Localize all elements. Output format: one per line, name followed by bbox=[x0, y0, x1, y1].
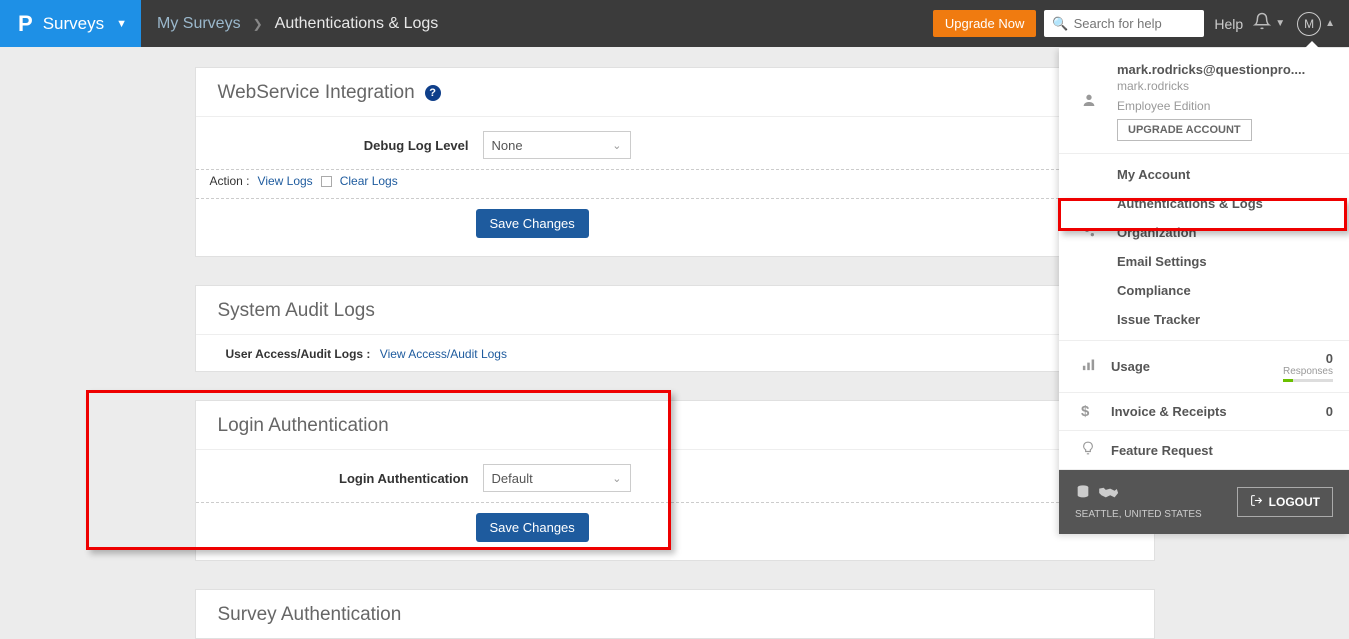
map-icon bbox=[1097, 485, 1119, 505]
brand-menu[interactable]: P Surveys ▼ bbox=[0, 0, 141, 47]
view-logs-link[interactable]: View Logs bbox=[258, 174, 313, 188]
menu-my-account[interactable]: My Account bbox=[1059, 160, 1349, 189]
chevron-down-icon: ⌄ bbox=[612, 472, 621, 485]
database-icon bbox=[1075, 484, 1091, 505]
chevron-right-icon: ❯ bbox=[253, 17, 263, 31]
gears-icon bbox=[1081, 224, 1097, 244]
menu-feature-request[interactable]: Feature Request bbox=[1059, 431, 1349, 470]
help-link[interactable]: Help bbox=[1214, 16, 1243, 32]
save-webservice-button[interactable]: Save Changes bbox=[476, 209, 589, 238]
panel-title-survey-auth: Survey Authentication bbox=[196, 590, 1154, 638]
lightbulb-icon bbox=[1081, 441, 1111, 459]
menu-compliance[interactable]: Compliance bbox=[1059, 276, 1349, 305]
menu-email-settings[interactable]: Email Settings bbox=[1059, 247, 1349, 276]
search-input-wrapper[interactable]: 🔍 bbox=[1044, 10, 1204, 37]
dropdown-email: mark.rodricks@questionpro.... bbox=[1117, 62, 1333, 77]
breadcrumb-my-surveys[interactable]: My Surveys bbox=[157, 15, 241, 33]
menu-organization[interactable]: Organization bbox=[1059, 218, 1349, 247]
dropdown-footer: SEATTLE, UNITED STATES LOGOUT bbox=[1059, 470, 1349, 534]
debug-log-level-select[interactable]: None ⌄ bbox=[483, 131, 631, 159]
user-icon bbox=[1081, 92, 1097, 113]
brand-label: Surveys bbox=[43, 14, 104, 34]
menu-usage[interactable]: Usage 0 Responses bbox=[1059, 341, 1349, 393]
menu-issue-tracker[interactable]: Issue Tracker bbox=[1059, 305, 1349, 334]
panel-audit: System Audit Logs User Access/Audit Logs… bbox=[195, 285, 1155, 372]
logout-button[interactable]: LOGOUT bbox=[1237, 487, 1333, 517]
login-auth-select[interactable]: Default ⌄ bbox=[483, 464, 631, 492]
panel-title-audit: System Audit Logs bbox=[196, 286, 1154, 334]
help-icon[interactable]: ? bbox=[425, 85, 441, 101]
top-nav: P Surveys ▼ My Surveys ❯ Authentications… bbox=[0, 0, 1349, 47]
clear-logs-checkbox[interactable] bbox=[321, 176, 332, 187]
search-icon: 🔍 bbox=[1052, 16, 1068, 32]
dropdown-settings-section: My Account Authentications & Logs Organi… bbox=[1059, 154, 1349, 341]
audit-row: User Access/Audit Logs : View Access/Aud… bbox=[196, 334, 1154, 371]
breadcrumb: My Surveys ❯ Authentications & Logs bbox=[141, 0, 454, 47]
save-login-auth-button[interactable]: Save Changes bbox=[476, 513, 589, 542]
panel-title-webservice: WebService Integration ? bbox=[196, 68, 1154, 116]
action-row: Action : View Logs Clear Logs bbox=[196, 169, 1154, 199]
bell-icon[interactable] bbox=[1253, 12, 1271, 35]
breadcrumb-current: Authentications & Logs bbox=[275, 15, 439, 33]
search-input[interactable] bbox=[1074, 16, 1197, 31]
location-text: SEATTLE, UNITED STATES bbox=[1075, 509, 1202, 520]
view-audit-logs-link[interactable]: View Access/Audit Logs bbox=[380, 347, 507, 361]
panel-login-auth: Login Authentication Login Authenticatio… bbox=[195, 400, 1155, 561]
logout-icon bbox=[1250, 494, 1263, 510]
menu-auth-logs[interactable]: Authentications & Logs bbox=[1059, 189, 1349, 218]
panel-webservice: WebService Integration ? Debug Log Level… bbox=[195, 67, 1155, 257]
user-avatar[interactable]: M bbox=[1297, 12, 1321, 36]
usage-bar bbox=[1283, 379, 1333, 382]
login-auth-label: Login Authentication bbox=[218, 471, 483, 486]
upgrade-now-button[interactable]: Upgrade Now bbox=[933, 10, 1037, 37]
bars-icon bbox=[1081, 357, 1111, 376]
logo-icon: P bbox=[18, 11, 33, 37]
clear-logs-link[interactable]: Clear Logs bbox=[340, 174, 398, 188]
caret-up-icon: ▲ bbox=[1325, 18, 1335, 29]
dropdown-user-section: mark.rodricks@questionpro.... mark.rodri… bbox=[1059, 48, 1349, 154]
dropdown-edition: Employee Edition bbox=[1117, 99, 1333, 113]
dropdown-arrow-icon bbox=[1305, 41, 1319, 48]
upgrade-account-button[interactable]: UPGRADE ACCOUNT bbox=[1117, 119, 1252, 141]
debug-log-level-label: Debug Log Level bbox=[218, 138, 483, 153]
menu-invoice[interactable]: $ Invoice & Receipts 0 bbox=[1059, 393, 1349, 431]
panel-title-login: Login Authentication bbox=[196, 401, 1154, 449]
dollar-icon: $ bbox=[1081, 403, 1111, 420]
caret-down-icon: ▼ bbox=[1275, 18, 1285, 29]
dropdown-username: mark.rodricks bbox=[1117, 79, 1333, 93]
caret-down-icon: ▼ bbox=[116, 18, 127, 30]
user-dropdown: mark.rodricks@questionpro.... mark.rodri… bbox=[1059, 48, 1349, 534]
chevron-down-icon: ⌄ bbox=[612, 139, 621, 152]
panel-survey-auth: Survey Authentication bbox=[195, 589, 1155, 639]
